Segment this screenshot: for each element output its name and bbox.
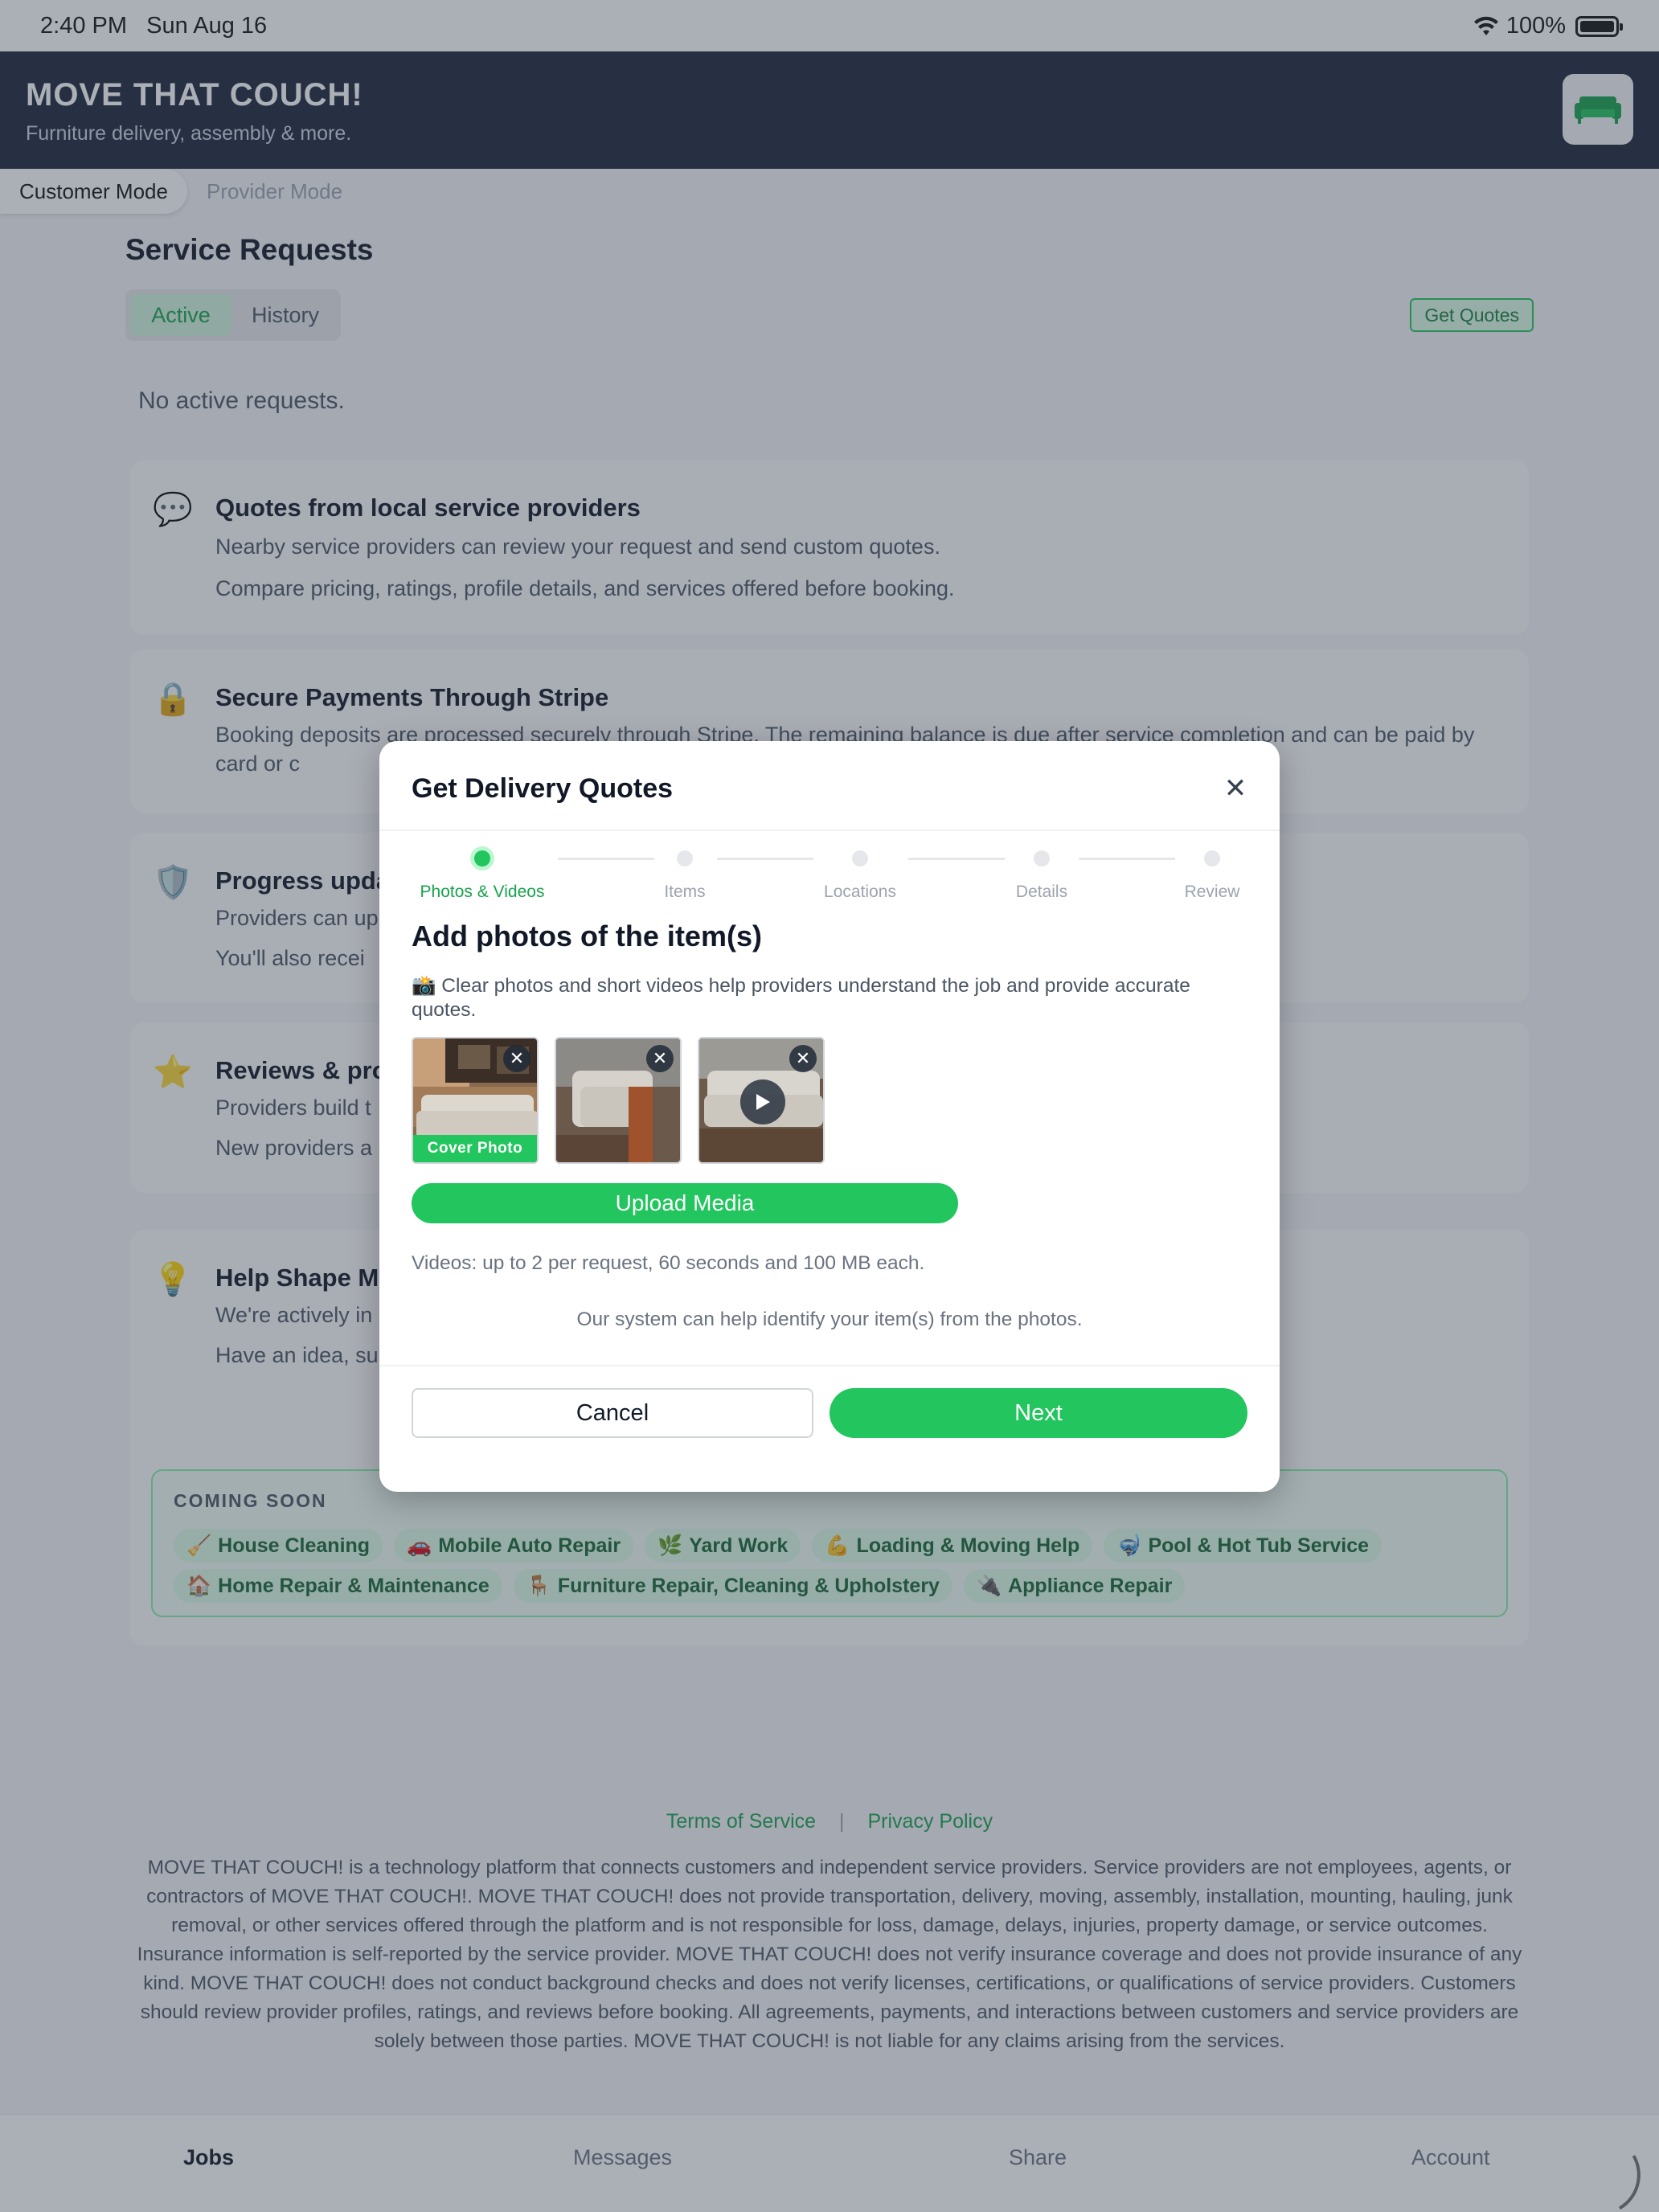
step-dot-photos [474, 850, 490, 866]
play-icon[interactable] [740, 1079, 785, 1124]
cancel-button[interactable]: Cancel [412, 1388, 813, 1438]
remove-media-icon[interactable]: ✕ [646, 1045, 674, 1072]
step-dot-details [1034, 850, 1050, 866]
step-connector [717, 858, 813, 860]
help-text: 📸 Clear photos and short videos help pro… [412, 975, 1190, 1021]
media-thumbnail[interactable]: ✕ Cover Photo [412, 1037, 539, 1164]
step-dot-items [677, 850, 693, 866]
identification-note: Our system can help identify your item(s… [576, 1309, 1083, 1330]
progress-stepper: Photos & Videos Items Locations Details … [379, 850, 1280, 907]
modal-title: Get Delivery Quotes [412, 773, 674, 804]
media-thumbnail-video[interactable]: ✕ [698, 1037, 825, 1164]
divider [379, 1365, 1280, 1366]
divider [379, 830, 1280, 831]
remove-media-icon[interactable]: ✕ [503, 1045, 530, 1072]
step-connector [558, 858, 654, 860]
next-button[interactable]: Next [830, 1388, 1247, 1438]
step-label-locations: Locations [824, 883, 896, 901]
step-connector [908, 858, 1005, 860]
cover-photo-badge: Cover Photo [413, 1135, 537, 1162]
media-thumbnails: ✕ Cover Photo ✕ ✕ [412, 1037, 825, 1164]
step-connector [1079, 858, 1175, 860]
step-label-review: Review [1184, 883, 1240, 901]
get-quotes-modal: Get Delivery Quotes ✕ Photos & Videos It… [379, 741, 1280, 1492]
step-label-photos: Photos & Videos [420, 883, 545, 901]
step-dot-locations [852, 850, 868, 866]
step-dot-review [1204, 850, 1220, 866]
section-heading: Add photos of the item(s) [412, 920, 762, 952]
upload-media-button[interactable]: Upload Media [412, 1183, 958, 1223]
remove-media-icon[interactable]: ✕ [789, 1045, 817, 1072]
step-label-items: Items [664, 883, 706, 901]
video-limit-note: Videos: up to 2 per request, 60 seconds … [412, 1252, 925, 1274]
step-label-details: Details [1015, 883, 1068, 901]
media-thumbnail[interactable]: ✕ [555, 1037, 682, 1164]
close-icon[interactable]: ✕ [1223, 773, 1247, 804]
